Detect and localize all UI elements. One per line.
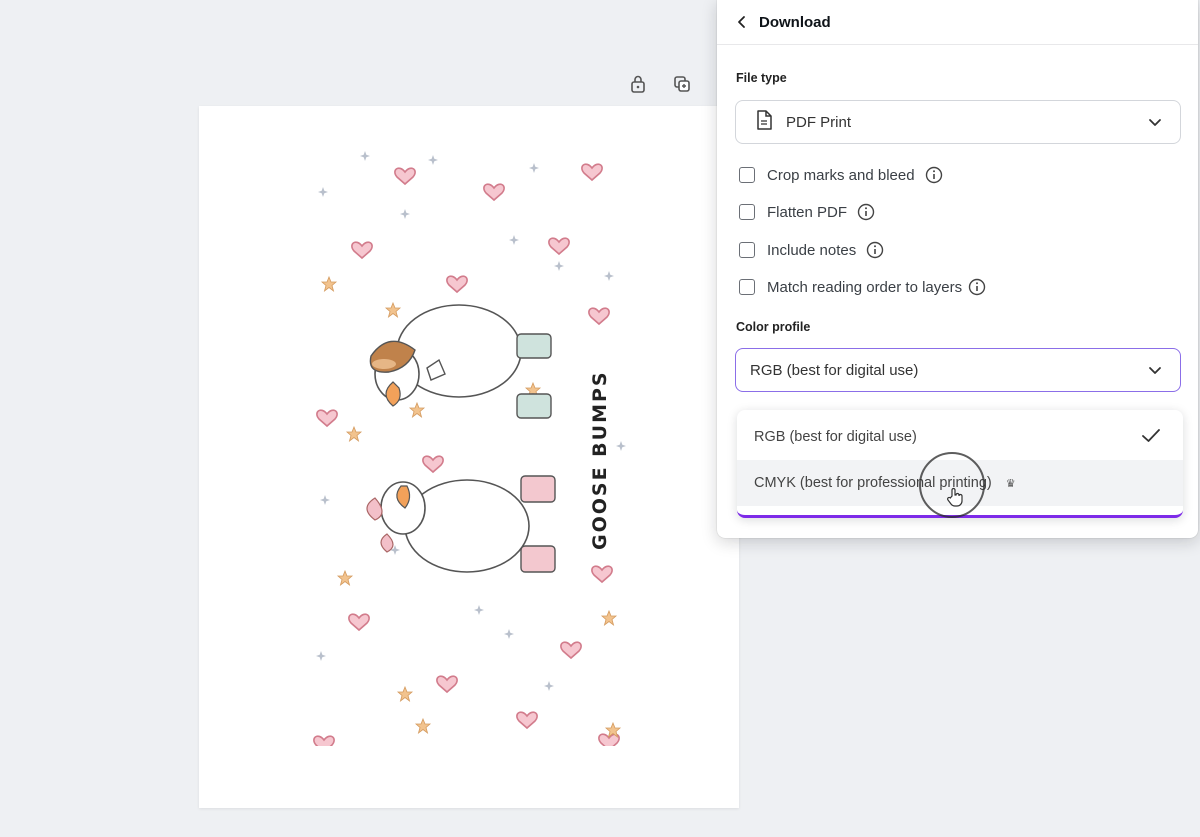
chevron-left-icon [738, 16, 745, 28]
flatten-pdf-checkbox-row[interactable]: Flatten PDF [739, 203, 875, 221]
file-type-select[interactable]: PDF Print [735, 100, 1181, 144]
back-button[interactable]: Download [737, 14, 831, 31]
hand-pointer-icon [947, 487, 963, 507]
info-icon[interactable] [857, 203, 875, 221]
crop-marks-checkbox[interactable] [739, 167, 755, 183]
file-type-label: File type [736, 71, 787, 85]
include-notes-checkbox-row[interactable]: Include notes [739, 241, 884, 259]
include-notes-label: Include notes [767, 241, 857, 259]
info-icon[interactable] [866, 241, 884, 259]
duplicate-page-button[interactable] [670, 72, 694, 96]
file-pdf-icon [756, 109, 772, 135]
artwork-pattern [313, 151, 626, 746]
reading-order-checkbox-row[interactable]: Match reading order to layers [739, 278, 986, 296]
lock-button[interactable] [626, 72, 650, 96]
panel-header: Download [717, 0, 1198, 45]
reading-order-checkbox[interactable] [739, 279, 755, 295]
include-notes-checkbox[interactable] [739, 242, 755, 258]
option-label: RGB (best for digital use) [754, 429, 917, 445]
crop-marks-label: Crop marks and bleed [767, 166, 915, 184]
panel-title: Download [759, 13, 831, 31]
flatten-pdf-label: Flatten PDF [767, 203, 848, 221]
color-profile-label: Color profile [736, 320, 811, 334]
checkmark-icon [1142, 429, 1160, 442]
crop-marks-checkbox-row[interactable]: Crop marks and bleed [739, 166, 943, 184]
click-indicator [919, 452, 985, 518]
color-profile-value: RGB (best for digital use) [750, 361, 919, 379]
file-type-value: PDF Print [786, 113, 852, 131]
goose-illustration-bottom [366, 475, 556, 573]
chevron-down-icon [1149, 119, 1161, 126]
artwork-text: GOOSE BUMPS [589, 370, 611, 550]
chevron-down-icon [1149, 367, 1161, 374]
lock-icon [631, 75, 645, 93]
design-page[interactable]: GOOSE BUMPS [199, 106, 739, 808]
flatten-pdf-checkbox[interactable] [739, 204, 755, 220]
info-icon[interactable] [968, 278, 986, 296]
reading-order-label: Match reading order to layers [767, 278, 963, 296]
crown-icon: ♛ [1005, 477, 1016, 490]
duplicate-icon [674, 76, 690, 92]
info-icon[interactable] [925, 166, 943, 184]
color-profile-select[interactable]: RGB (best for digital use) [735, 348, 1181, 392]
page-toolbar [626, 72, 694, 96]
goose-illustration-top [369, 304, 552, 419]
